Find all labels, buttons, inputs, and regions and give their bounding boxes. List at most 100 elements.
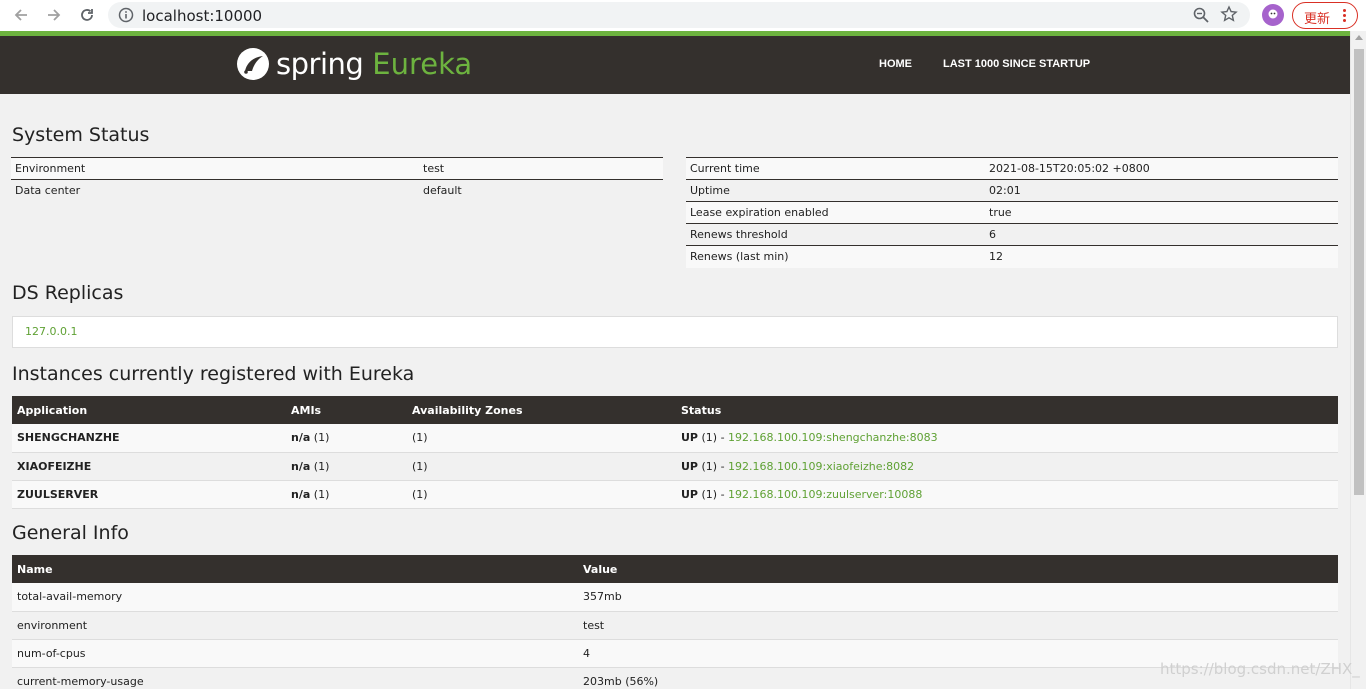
more-menu-icon	[1343, 9, 1347, 24]
general-info-title: General Info	[12, 522, 129, 544]
table-row: Renews (last min) 12	[686, 245, 1338, 268]
table-row: ZUULSERVER n/a (1) (1) UP (1) - 192.168.…	[12, 480, 1338, 509]
instance-link[interactable]: 192.168.100.109:shengchanzhe:8083	[728, 431, 938, 444]
zones-cell: (1)	[407, 452, 676, 481]
instances-table: Application AMIs Availability Zones Stat…	[12, 396, 1338, 509]
col-application: Application	[12, 396, 286, 424]
instances-title: Instances currently registered with Eure…	[12, 363, 415, 385]
col-zones: Availability Zones	[407, 396, 676, 424]
zones-cell: (1)	[407, 480, 676, 509]
status-cell: UP (1) - 192.168.100.109:shengchanzhe:80…	[676, 424, 1338, 453]
status-up: UP	[681, 431, 698, 445]
watermark-text: https://blog.csdn.net/ZHX_	[1160, 660, 1360, 678]
table-row: Lease expiration enabled true	[686, 201, 1338, 224]
system-status-right-table: Current time 2021-08-15T20:05:02 +0800 U…	[686, 157, 1338, 268]
status-count: (1) -	[698, 459, 729, 473]
key-cell: Renews threshold	[686, 223, 985, 246]
amis-count: (1)	[310, 431, 330, 445]
nav-last-1000[interactable]: LAST 1000 SINCE STARTUP	[943, 58, 1090, 70]
key-cell: Uptime	[686, 179, 985, 202]
page-scrollbar[interactable]	[1350, 31, 1366, 689]
value-cell: 2021-08-15T20:05:02 +0800	[985, 157, 1338, 180]
browser-toolbar: localhost:10000 更新	[0, 0, 1366, 31]
value-cell: true	[985, 201, 1338, 224]
amis-cell: n/a (1)	[286, 480, 407, 509]
scrollbar-thumb[interactable]	[1354, 49, 1364, 495]
name-cell: current-memory-usage	[12, 667, 578, 689]
key-cell: Renews (last min)	[686, 245, 985, 268]
name-cell: total-avail-memory	[12, 583, 578, 612]
brand-eureka: Eureka	[372, 47, 473, 81]
application-cell: SHENGCHANZHE	[12, 424, 286, 453]
system-status-title: System Status	[12, 124, 150, 146]
reload-icon	[81, 9, 93, 21]
table-row: Data center default	[11, 179, 663, 202]
info-icon[interactable]	[118, 7, 134, 23]
instance-link[interactable]: 192.168.100.109:zuulserver:10088	[728, 488, 922, 501]
key-cell: Data center	[11, 179, 419, 202]
eureka-header: spring Eureka HOME LAST 1000 SINCE START…	[0, 36, 1350, 94]
table-row: Environment test	[11, 157, 663, 180]
amis-value: n/a	[291, 459, 311, 473]
profile-icon	[1268, 9, 1278, 19]
brand-spring: spring	[276, 47, 364, 81]
amis-value: n/a	[291, 431, 311, 445]
status-cell: UP (1) - 192.168.100.109:xiaofeizhe:8082	[676, 452, 1338, 481]
amis-count: (1)	[310, 487, 330, 501]
name-cell: num-of-cpus	[12, 639, 578, 668]
col-name: Name	[12, 555, 578, 583]
table-row: total-avail-memory 357mb	[12, 583, 1338, 612]
spring-eureka-logo[interactable]: spring Eureka	[236, 46, 472, 82]
value-cell: 12	[985, 245, 1338, 268]
ds-replicas-title: DS Replicas	[12, 282, 124, 304]
table-row: XIAOFEIZHE n/a (1) (1) UP (1) - 192.168.…	[12, 452, 1338, 481]
system-status-left-table: Environment test Data center default	[11, 157, 663, 202]
general-info-table: Name Value total-avail-memory 357mb envi…	[12, 555, 1338, 689]
back-button[interactable]	[10, 4, 32, 26]
update-button-label: 更新	[1304, 12, 1331, 27]
name-cell: environment	[12, 611, 578, 640]
table-header-row: Name Value	[12, 555, 1338, 583]
value-cell: 6	[985, 223, 1338, 246]
amis-count: (1)	[310, 459, 330, 473]
update-button[interactable]: 更新	[1292, 2, 1358, 29]
replica-link[interactable]: 127.0.0.1	[25, 325, 77, 338]
table-row: Uptime 02:01	[686, 179, 1338, 202]
table-row: environment test	[12, 611, 1338, 640]
profile-avatar[interactable]	[1262, 4, 1284, 26]
amis-cell: n/a (1)	[286, 452, 407, 481]
value-cell: test	[578, 611, 1338, 640]
scroll-up-icon[interactable]	[1355, 35, 1363, 40]
zoom-icon[interactable]	[1192, 6, 1210, 24]
nav-home[interactable]: HOME	[879, 58, 912, 70]
col-status: Status	[676, 396, 1338, 424]
key-cell: Environment	[11, 157, 419, 180]
table-row: Renews threshold 6	[686, 223, 1338, 246]
value-cell: test	[419, 157, 663, 180]
instance-link[interactable]: 192.168.100.109:xiaofeizhe:8082	[728, 460, 914, 473]
status-count: (1) -	[698, 431, 729, 445]
address-bar[interactable]: localhost:10000	[108, 2, 1250, 28]
status-cell: UP (1) - 192.168.100.109:zuulserver:1008…	[676, 480, 1338, 509]
status-up: UP	[681, 459, 698, 473]
arrow-left-icon	[14, 9, 27, 21]
amis-value: n/a	[291, 487, 311, 501]
col-amis: AMIs	[286, 396, 407, 424]
col-value: Value	[578, 555, 1338, 583]
key-cell: Lease expiration enabled	[686, 201, 985, 224]
ds-replicas-box: 127.0.0.1	[12, 316, 1338, 348]
reload-button[interactable]	[76, 4, 98, 26]
amis-cell: n/a (1)	[286, 424, 407, 453]
forward-button[interactable]	[43, 4, 65, 26]
status-up: UP	[681, 487, 698, 501]
arrow-right-icon	[48, 9, 61, 21]
spring-leaf-icon	[237, 48, 269, 80]
status-count: (1) -	[698, 487, 729, 501]
key-cell: Current time	[686, 157, 985, 180]
zones-cell: (1)	[407, 424, 676, 453]
value-cell: 357mb	[578, 583, 1338, 612]
value-cell: default	[419, 179, 663, 202]
url-text[interactable]: localhost:10000	[142, 7, 262, 25]
table-row: SHENGCHANZHE n/a (1) (1) UP (1) - 192.16…	[12, 424, 1338, 453]
star-icon[interactable]	[1220, 5, 1238, 23]
